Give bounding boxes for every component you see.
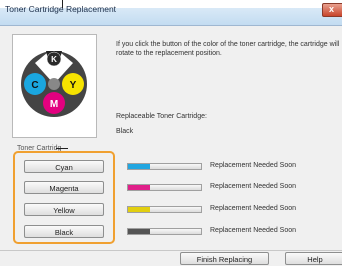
drum-label-m: M: [50, 99, 58, 110]
drum-label-c: C: [31, 80, 38, 91]
close-icon: x: [329, 4, 335, 14]
close-button[interactable]: x: [322, 3, 342, 17]
black-status: Replacement Needed Soon: [210, 227, 297, 234]
cyan-level-bar: [127, 163, 202, 170]
black-level-fill: [128, 229, 150, 234]
help-button[interactable]: Help: [285, 252, 342, 265]
toner-drum-icon: K C Y M: [21, 47, 87, 117]
toner-drum-panel: K C Y M: [12, 34, 97, 138]
finish-replacing-button[interactable]: Finish Replacing: [180, 252, 269, 265]
replaceable-cartridge-value: Black: [116, 128, 134, 135]
cyan-status: Replacement Needed Soon: [210, 162, 297, 169]
magenta-level-bar: [127, 184, 202, 191]
magenta-level-fill: [128, 185, 150, 190]
drum-label-k: K: [51, 55, 57, 64]
window-title: Toner Cartridge Replacement: [5, 4, 117, 14]
cyan-level-fill: [128, 164, 150, 169]
footer-divider: [0, 250, 342, 251]
black-level-bar: [127, 228, 202, 235]
buttons-highlight: [13, 151, 115, 244]
magenta-status: Replacement Needed Soon: [210, 183, 297, 190]
callout-tick: [56, 148, 68, 149]
yellow-status: Replacement Needed Soon: [210, 205, 297, 212]
yellow-level-bar: [127, 206, 202, 213]
yellow-level-fill: [128, 207, 150, 212]
drum-label-y: Y: [70, 80, 77, 91]
instruction-text: If you click the button of the color of …: [116, 41, 340, 57]
replaceable-cartridge-label: Replaceable Toner Cartridge:: [116, 113, 207, 120]
